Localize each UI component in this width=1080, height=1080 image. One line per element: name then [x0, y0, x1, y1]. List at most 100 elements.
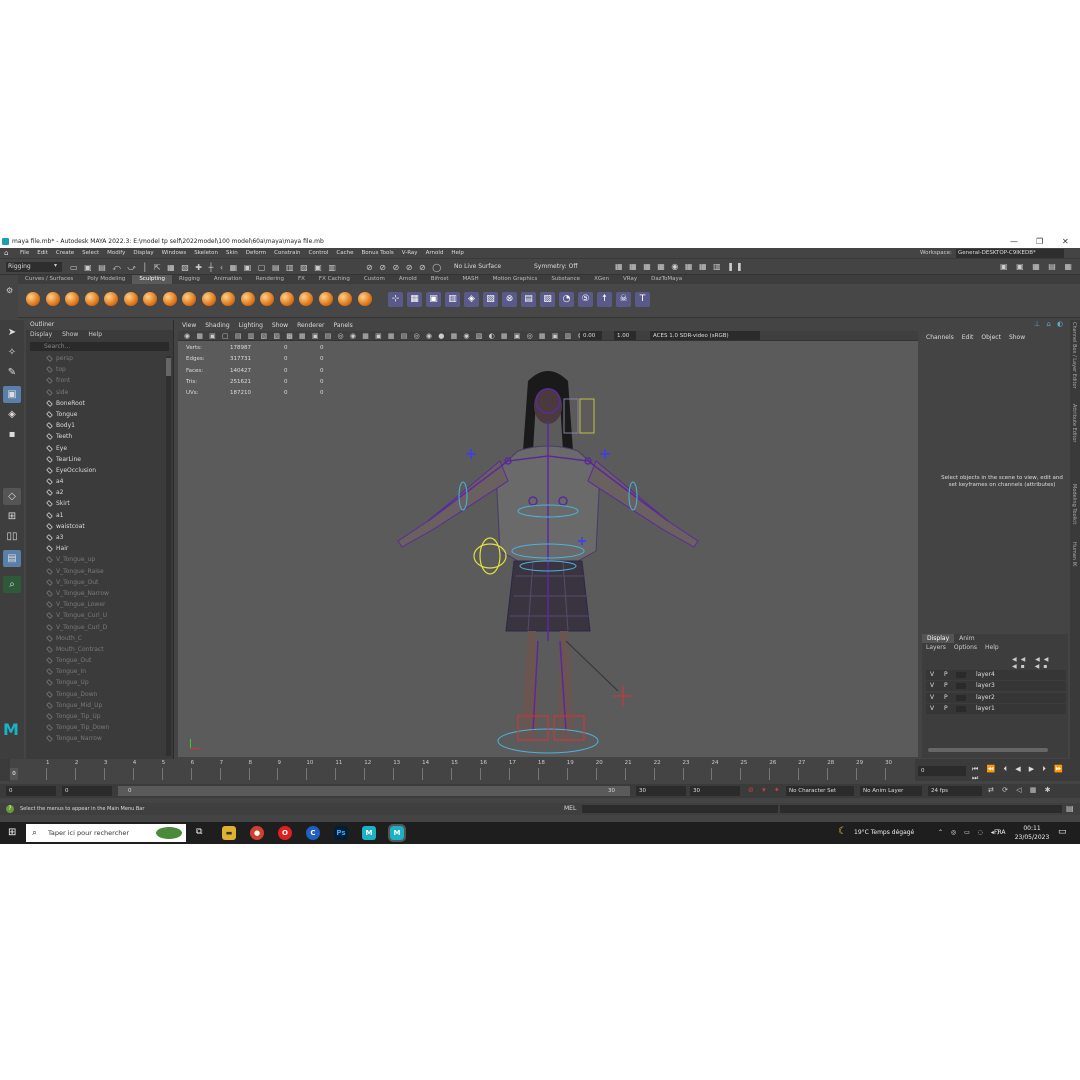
outliner-search-input[interactable]: Search... [30, 342, 169, 351]
sculpt-brush-icon[interactable] [104, 292, 118, 306]
layer-color-swatch[interactable] [956, 694, 966, 701]
character-set-select[interactable]: No Character Set [786, 786, 854, 796]
outliner-item[interactable]: a2 [26, 487, 173, 498]
outliner-item[interactable]: persp [26, 353, 173, 364]
outliner-item[interactable]: EyeOcclusion [26, 465, 173, 476]
sculpt-brush-icon[interactable] [162, 292, 177, 306]
outliner-item[interactable]: V_Tongue_Raise [26, 566, 173, 577]
3d-viewport[interactable]: Verts: 178987 0 0 Edges: 317731 0 0 Faces: 140427… [178, 341, 918, 757]
gamma-field[interactable]: 1.00 [614, 331, 636, 340]
menu-select[interactable]: Select [82, 248, 99, 259]
shelf-tool-icon[interactable]: ⑤ [578, 292, 593, 307]
outliner-item[interactable]: Teeth [26, 431, 173, 442]
rotate-tool-icon[interactable]: ◈ [3, 406, 21, 423]
sculpt-brush-icon[interactable] [221, 292, 235, 306]
shelf-settings-icon[interactable]: ⚙ [6, 286, 13, 295]
outliner-item[interactable]: Tongue_Down [26, 689, 173, 700]
layer-color-swatch[interactable] [956, 672, 966, 678]
channelbox-top-icons[interactable]: ⊥ ⌂ ◐ [1034, 320, 1065, 328]
layer-visibility[interactable]: V [930, 704, 934, 714]
outliner-item[interactable]: Mouth_Contract [26, 644, 173, 655]
mel-input[interactable] [582, 805, 778, 813]
outliner-item[interactable]: Tongue_Tip_Down [26, 722, 173, 733]
layer-name[interactable]: layer2 [976, 693, 995, 703]
layer-name[interactable]: layer1 [976, 704, 995, 714]
lasso-tool-icon[interactable]: ✧ [3, 344, 21, 361]
windows-start-icon[interactable]: ⊞ [8, 827, 16, 838]
c-app-icon[interactable]: C [306, 826, 320, 840]
outliner-item[interactable]: a3 [26, 532, 173, 543]
viewport-menu-view[interactable]: View [182, 320, 196, 331]
shelf-tab-mash[interactable]: MASH [455, 275, 485, 284]
outliner-item[interactable]: V_Tongue_up [26, 554, 173, 565]
sculpt-brush-icon[interactable] [65, 292, 79, 306]
paint-select-icon[interactable]: ✎ [3, 364, 21, 381]
sculpt-brush-icon[interactable] [123, 292, 138, 306]
symmetry-select[interactable]: Symmetry: Off [534, 263, 577, 271]
outliner-item[interactable]: Tongue_Tip_Up [26, 711, 173, 722]
outliner-item[interactable]: V_Tongue_Out [26, 577, 173, 588]
range-bar[interactable]: 0 30 [118, 786, 630, 796]
time-ticks[interactable]: 0 1 2 3 4 5 6 7 8 9 10 11 12 13 14 15 16 17 18 19 20 21 22 23 2… [10, 759, 915, 781]
tray-icons[interactable]: ⌃ ◎ ▭ ◌ ◂) [938, 822, 1002, 844]
sculpt-brush-icon[interactable] [84, 292, 99, 306]
outliner-item[interactable]: Body1 [26, 420, 173, 431]
colorspace-select[interactable]: ACES 1.0 SDR-video (sRGB) [650, 331, 760, 340]
shelf-tab-fx-caching[interactable]: FX Caching [312, 275, 357, 284]
layer-row[interactable]: V Player1 [926, 703, 1066, 714]
sculpt-brush-icon[interactable] [318, 292, 333, 306]
exposure-field[interactable]: 0.00 [580, 331, 602, 340]
sculpt-brush-icon[interactable] [182, 292, 196, 306]
shelf-tab-substance[interactable]: Substance [544, 275, 587, 284]
menu-constrain[interactable]: Constrain [274, 248, 300, 259]
menu-display[interactable]: Display [133, 248, 153, 259]
close-icon[interactable]: ✕ [1062, 236, 1069, 248]
layer-color-swatch[interactable] [956, 705, 966, 712]
outliner-item[interactable]: a1 [26, 510, 173, 521]
move-tool-icon[interactable]: ▣ [3, 386, 21, 403]
shelf-tab-vray[interactable]: VRay [616, 275, 644, 284]
layer-visibility[interactable]: V [930, 693, 934, 703]
menu-arnold[interactable]: Arnold [426, 248, 444, 259]
taskbar-search-input[interactable]: ⌕ Taper ici pour rechercher [26, 824, 186, 842]
menu-skin[interactable]: Skin [226, 248, 238, 259]
menu-skeleton[interactable]: Skeleton [194, 248, 218, 259]
menu-bonus-tools[interactable]: Bonus Tools [362, 248, 394, 259]
magnify-icon[interactable]: ⌕ [3, 576, 21, 593]
outliner-item[interactable]: Skirt [26, 498, 173, 509]
shelf-tab-custom[interactable]: Custom [357, 275, 392, 284]
fps-select[interactable]: 24 fps [928, 786, 982, 796]
maya-active-icon[interactable]: M [388, 824, 406, 842]
layer-row[interactable]: V Player4 [926, 670, 1066, 680]
menu-help[interactable]: Help [451, 248, 464, 259]
select-tool-icon[interactable]: ➤ [3, 324, 21, 341]
outliner-item[interactable]: Tongue_Up [26, 677, 173, 688]
viewport-menu-lighting[interactable]: Lighting [239, 320, 263, 331]
viewport-tool-icons[interactable]: ◉ ▦ ▣ ▢ ▤ ▥ ▧ ▨ ▩ ▦ ▣ ▤ ◎ ◉ ▦ ▣ ▦ ▤ ◎ ◉ … [184, 332, 586, 340]
shelf-tool-icon[interactable]: ☠ [616, 292, 631, 307]
shelf-tool-icon[interactable]: ▥ [445, 292, 460, 307]
layer-menu-options[interactable]: Options [954, 644, 977, 651]
end-time-field[interactable]: 30 [636, 786, 686, 796]
minimize-icon[interactable]: — [1010, 236, 1018, 248]
key-icons[interactable]: ⊘ ▾ ✦ [748, 786, 783, 794]
two-view-icon[interactable]: ▯▯ [3, 528, 21, 545]
shelf-tab-bifrost[interactable]: Bifrost [424, 275, 456, 284]
layer-scrollbar[interactable] [928, 748, 1048, 752]
anim-end-field[interactable]: 30 [690, 786, 740, 796]
start-time-field[interactable]: 0 [6, 786, 56, 796]
shelf-tool-icon[interactable]: ▧ [483, 292, 498, 307]
shelf-tool-icon[interactable]: ▤ [521, 292, 536, 307]
outliner-item[interactable]: front [26, 375, 173, 386]
sculpt-brush-icon[interactable] [45, 292, 60, 306]
shelf-tool-icon[interactable]: ▨ [540, 292, 555, 307]
outliner-menu-display[interactable]: Display [30, 330, 52, 340]
outliner-item[interactable]: Mouth_C [26, 633, 173, 644]
outliner-item[interactable]: waistcoat [26, 521, 173, 532]
shelf-tool-icon[interactable]: ⊗ [502, 292, 517, 307]
channelbox-menu-object[interactable]: Object [981, 332, 1001, 344]
layer-color-swatch[interactable] [956, 683, 966, 690]
opera-icon[interactable]: O [278, 826, 292, 840]
shelf-tool-icon[interactable]: T [635, 292, 650, 307]
shelf-tab-daztomaya[interactable]: DazToMaya [644, 275, 689, 284]
